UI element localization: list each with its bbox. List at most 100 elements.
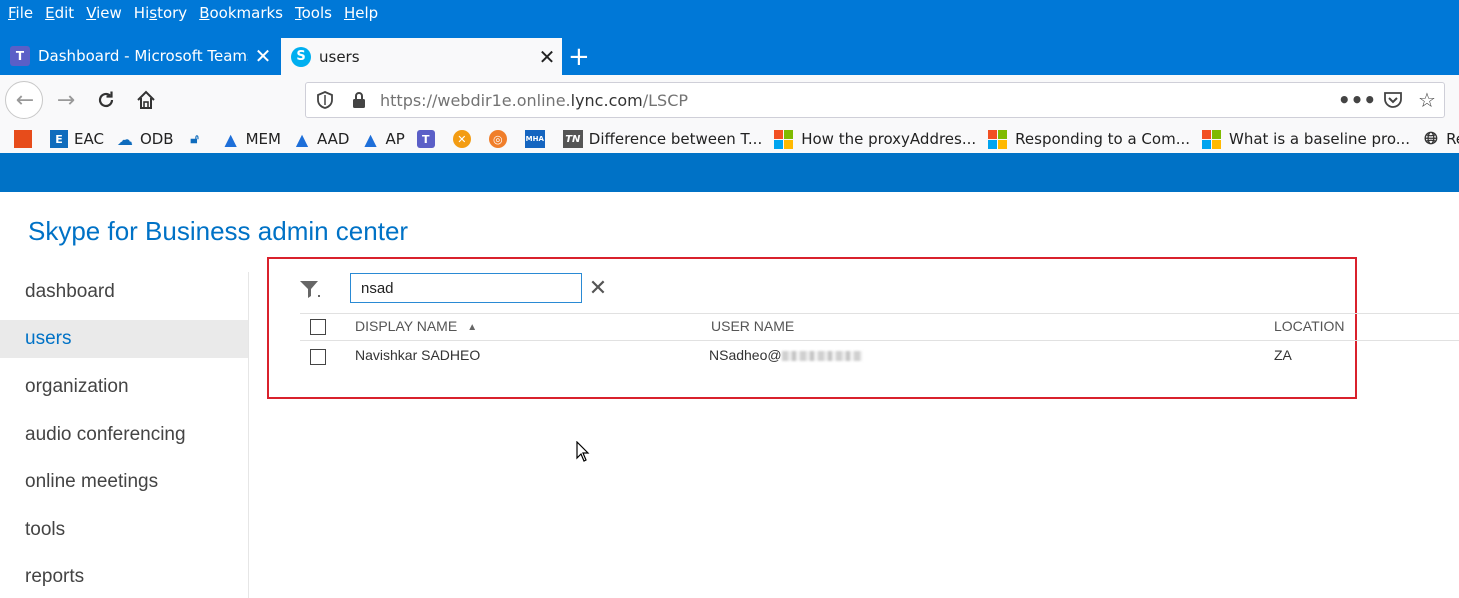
column-user-name[interactable]: USER NAME bbox=[711, 318, 794, 334]
office-icon bbox=[14, 130, 32, 148]
user-search-input[interactable] bbox=[350, 273, 582, 303]
column-display-name[interactable]: DISPLAY NAME ▲ bbox=[355, 318, 477, 334]
microsoft-logo-icon bbox=[774, 129, 794, 149]
column-location[interactable]: LOCATION bbox=[1274, 318, 1345, 334]
bookmark-label: How the proxyAddres... bbox=[801, 130, 977, 148]
tab-strip: T Dashboard - Microsoft Teams a ✕ S user… bbox=[0, 25, 1459, 75]
bookmark-label: Restricting bbox=[1446, 130, 1459, 148]
app-top-bar bbox=[0, 153, 1459, 192]
location-cell: ZA bbox=[1274, 347, 1292, 363]
page-actions-icon[interactable]: ••• bbox=[1338, 88, 1376, 112]
display-name-cell: Navishkar SADHEO bbox=[355, 347, 481, 363]
bookmark-baseline[interactable]: What is a baseline pro... bbox=[1202, 129, 1411, 149]
bookmark-label: EAC bbox=[74, 130, 104, 148]
teams-icon: T bbox=[10, 46, 30, 66]
bookmark-lock[interactable]: 🔓︎ bbox=[186, 130, 210, 148]
bookmark-ap[interactable]: ▲ AP bbox=[361, 129, 405, 149]
tab-users[interactable]: S users ✕ bbox=[281, 38, 562, 75]
menu-edit[interactable]: Edit bbox=[45, 4, 74, 22]
nav-item-audio-conferencing[interactable]: audio conferencing bbox=[0, 416, 248, 454]
filter-icon[interactable] bbox=[299, 279, 321, 299]
microsoft-logo-icon bbox=[988, 129, 1008, 149]
nav-item-users[interactable]: users bbox=[0, 320, 248, 358]
menu-history[interactable]: History bbox=[134, 4, 187, 22]
exchange-icon: E bbox=[50, 130, 68, 148]
bookmark-label: Difference between T... bbox=[588, 130, 763, 148]
clear-search-icon[interactable]: ✕ bbox=[588, 276, 608, 301]
menu-file[interactable]: File bbox=[8, 4, 33, 22]
bookmark-teams[interactable]: T bbox=[416, 130, 441, 148]
side-navigation: dashboard users organization audio confe… bbox=[0, 270, 248, 598]
redacted-domain bbox=[781, 351, 862, 362]
menu-bar: File Edit View History Bookmarks Tools Help bbox=[0, 0, 1459, 25]
azure-icon: ▲ bbox=[224, 129, 237, 149]
bookmark-odb[interactable]: ☁ ODB bbox=[116, 129, 174, 149]
menu-view[interactable]: View bbox=[86, 4, 122, 22]
menu-bookmarks[interactable]: Bookmarks bbox=[199, 4, 283, 22]
onedrive-icon: ☁ bbox=[116, 129, 133, 149]
forward-button[interactable]: → bbox=[53, 87, 79, 113]
close-icon[interactable]: ✕ bbox=[248, 44, 278, 68]
shield-icon[interactable] bbox=[314, 89, 336, 111]
orange-x-icon: ✕ bbox=[452, 130, 471, 148]
bookmark-label: AP bbox=[385, 130, 405, 148]
globe-icon: 🌐︎ bbox=[1424, 129, 1438, 149]
azure-icon: ▲ bbox=[295, 129, 309, 149]
navigation-toolbar: ← → https://webdir1e.online.lync.com/LSC… bbox=[0, 75, 1459, 125]
sort-ascending-icon: ▲ bbox=[467, 321, 478, 333]
bookmark-label: What is a baseline pro... bbox=[1229, 130, 1411, 148]
bookmark-eac[interactable]: E EAC bbox=[50, 130, 104, 148]
home-icon bbox=[137, 90, 155, 109]
user-name-text: NSadheo@ bbox=[709, 347, 782, 363]
url-path: /LSCP bbox=[642, 91, 689, 110]
bookmark-aad[interactable]: ▲ AAD bbox=[293, 129, 350, 149]
url-bar[interactable]: https://webdir1e.online.lync.com/LSCP ••… bbox=[305, 82, 1445, 118]
tab-title: Dashboard - Microsoft Teams a bbox=[38, 47, 248, 65]
bookmark-star-icon[interactable]: ☆ bbox=[1416, 88, 1438, 112]
bookmark-label: MEM bbox=[245, 130, 281, 148]
nav-item-organization[interactable]: organization bbox=[0, 368, 248, 406]
bookmark-difference[interactable]: TN Difference between T... bbox=[562, 130, 763, 148]
nav-item-reports[interactable]: reports bbox=[0, 558, 248, 596]
reload-icon bbox=[98, 91, 114, 108]
bookmark-mha[interactable]: MHA bbox=[524, 130, 551, 148]
bookmark-orange-x[interactable]: ✕ bbox=[452, 130, 477, 148]
tab-title: users bbox=[319, 47, 360, 66]
reload-button[interactable] bbox=[93, 87, 119, 113]
teams-icon: T bbox=[416, 130, 435, 148]
new-tab-plus-icon[interactable]: + bbox=[568, 42, 590, 72]
lock-icon[interactable] bbox=[348, 89, 370, 111]
users-table-header: DISPLAY NAME ▲ USER NAME LOCATION bbox=[300, 313, 1459, 341]
user-name-cell: NSadheo@ bbox=[709, 347, 862, 363]
menu-help[interactable]: Help bbox=[344, 4, 378, 22]
home-button[interactable] bbox=[133, 87, 159, 113]
mouse-cursor-icon bbox=[576, 441, 590, 462]
bookmark-proxyaddress[interactable]: How the proxyAddres... bbox=[774, 129, 977, 149]
bookmarks-toolbar: E EAC ☁ ODB 🔓︎ ▲ MEM ▲ AAD ▲ AP T ✕ ◎ MHA TN D… bbox=[0, 125, 1459, 153]
nav-item-online-meetings[interactable]: online meetings bbox=[0, 463, 248, 501]
pocket-icon[interactable] bbox=[1382, 89, 1404, 111]
nav-item-dashboard[interactable]: dashboard bbox=[0, 273, 248, 311]
url-domain: lync.com bbox=[570, 91, 643, 110]
orange-circle-icon: ◎ bbox=[488, 130, 507, 148]
close-icon[interactable]: ✕ bbox=[532, 45, 562, 69]
bookmark-responding[interactable]: Responding to a Com... bbox=[988, 129, 1190, 149]
select-all-checkbox[interactable] bbox=[310, 319, 326, 335]
bookmark-restricting[interactable]: 🌐︎ Restricting bbox=[1422, 129, 1459, 149]
bookmark-orange-circle[interactable]: ◎ bbox=[488, 130, 513, 148]
mha-icon: MHA bbox=[524, 130, 545, 148]
microsoft-logo-icon bbox=[1202, 129, 1221, 149]
bookmark-label: Responding to a Com... bbox=[1015, 130, 1190, 148]
bookmark-office[interactable] bbox=[14, 130, 38, 148]
column-label: DISPLAY NAME bbox=[355, 318, 458, 334]
url-text: https://webdir1e.online.lync.com/LSCP bbox=[380, 91, 688, 110]
skype-icon: S bbox=[291, 46, 311, 67]
bookmark-mem[interactable]: ▲ MEM bbox=[222, 129, 281, 149]
tab-teams-dashboard[interactable]: T Dashboard - Microsoft Teams a ✕ bbox=[0, 37, 278, 75]
row-checkbox[interactable] bbox=[310, 349, 326, 365]
nav-item-tools[interactable]: tools bbox=[0, 511, 248, 549]
menu-tools[interactable]: Tools bbox=[295, 4, 332, 22]
table-row[interactable]: Navishkar SADHEO NSadheo@ ZA bbox=[300, 342, 1350, 370]
azure-icon: ▲ bbox=[364, 129, 377, 149]
back-arrow-icon: ← bbox=[15, 87, 35, 113]
